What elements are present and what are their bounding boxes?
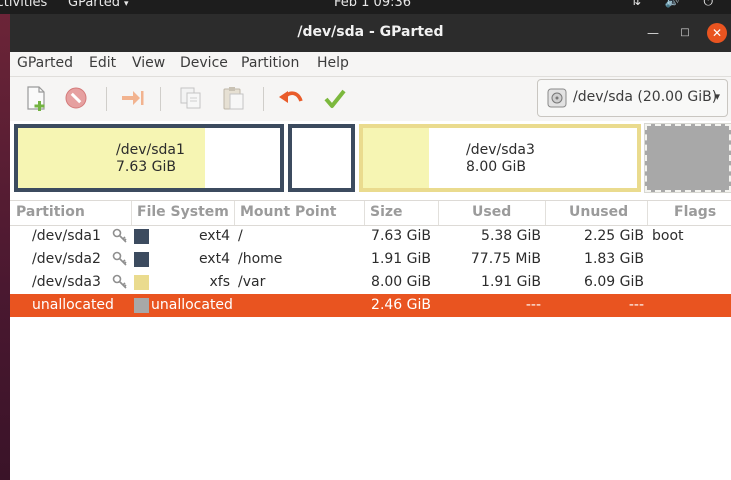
cell-used: 5.38 GiB: [481, 228, 541, 244]
cell-used: 77.75 MiB: [470, 251, 541, 267]
cell-filesystem: ext4: [198, 251, 230, 267]
delete-icon[interactable]: [61, 83, 91, 113]
menu-view[interactable]: View: [132, 55, 165, 71]
column-used[interactable]: Used: [472, 204, 511, 220]
column-partition[interactable]: Partition: [16, 204, 85, 220]
segment-size: 8.00 GiB: [466, 159, 526, 175]
cell-mount-point: /: [238, 228, 243, 244]
menu-help[interactable]: Help: [317, 55, 349, 71]
toolbar-separator: [160, 87, 161, 111]
map-segment-sda3[interactable]: /dev/sda3 8.00 GiB: [359, 124, 641, 192]
table-header: Partition File System Mount Point Size U…: [10, 200, 731, 226]
cell-filesystem: xfs: [209, 274, 230, 290]
map-segment-sda2[interactable]: [288, 124, 355, 192]
cell-mount-point: /home: [238, 251, 283, 267]
column-unused[interactable]: Unused: [569, 204, 628, 220]
menu-edit[interactable]: Edit: [89, 55, 116, 71]
desktop-background: [0, 0, 10, 480]
cell-unused: 1.83 GiB: [584, 251, 644, 267]
chevron-down-icon: ▾: [124, 0, 129, 9]
column-divider[interactable]: [131, 201, 132, 225]
maximize-button[interactable]: □: [676, 24, 694, 42]
device-label: /dev/sda (20.00 GiB): [573, 89, 718, 105]
toolbar-separator: [106, 87, 107, 111]
system-tray-icons[interactable]: ⇅ 🔊 ⏻: [631, 0, 723, 9]
column-mount-point[interactable]: Mount Point: [240, 204, 336, 220]
cell-filesystem: unallocated: [151, 297, 233, 313]
harddisk-icon: [547, 88, 567, 112]
table-row[interactable]: /dev/sda3 xfs /var 8.00 GiB 1.91 GiB 6.0…: [10, 271, 731, 294]
window-title: /dev/sda - GParted: [297, 24, 444, 40]
used-space-fill: [363, 128, 429, 188]
segment-name: /dev/sda1: [116, 142, 185, 158]
cell-size: 7.63 GiB: [371, 228, 431, 244]
fs-color-swatch: [134, 298, 149, 313]
column-divider[interactable]: [647, 201, 648, 225]
toolbar: /dev/sda (20.00 GiB) ▾: [10, 77, 731, 122]
gparted-window: /dev/sda - GParted — □ ✕ GParted Edit Vi…: [10, 14, 731, 480]
menu-gparted[interactable]: GParted: [17, 55, 73, 71]
titlebar[interactable]: /dev/sda - GParted — □ ✕: [10, 14, 731, 52]
close-button[interactable]: ✕: [707, 23, 727, 43]
cell-used: 1.91 GiB: [481, 274, 541, 290]
cell-unused: ---: [628, 297, 644, 313]
apply-icon[interactable]: [320, 83, 350, 113]
activities-button[interactable]: Activities: [0, 0, 47, 10]
partition-map: /dev/sda1 7.63 GiB /dev/sda3 8.00 GiB: [10, 121, 731, 200]
new-partition-icon[interactable]: [21, 83, 51, 113]
column-divider[interactable]: [438, 201, 439, 225]
column-divider[interactable]: [234, 201, 235, 225]
map-segment-sda1[interactable]: /dev/sda1 7.63 GiB: [14, 124, 284, 192]
menu-device[interactable]: Device: [180, 55, 228, 71]
cell-size: 2.46 GiB: [371, 297, 431, 313]
copy-icon[interactable]: [176, 83, 206, 113]
cell-partition: /dev/sda3: [32, 274, 101, 290]
chevron-down-icon: ▾: [714, 90, 720, 103]
minimize-button[interactable]: —: [644, 24, 662, 42]
column-divider[interactable]: [545, 201, 546, 225]
fs-color-swatch: [134, 275, 149, 290]
cell-partition: unallocated: [32, 297, 114, 313]
key-icon: [112, 274, 128, 294]
cell-size: 1.91 GiB: [371, 251, 431, 267]
cell-filesystem: ext4: [198, 228, 230, 244]
menu-partition[interactable]: Partition: [241, 55, 299, 71]
key-icon: [112, 251, 128, 271]
menubar: GParted Edit View Device Partition Help: [10, 52, 731, 77]
resize-move-icon[interactable]: [117, 83, 147, 113]
toolbar-separator: [263, 87, 264, 111]
cell-partition: /dev/sda1: [32, 228, 101, 244]
cell-unused: 2.25 GiB: [584, 228, 644, 244]
cell-used: ---: [525, 297, 541, 313]
fs-color-swatch: [134, 252, 149, 267]
column-size[interactable]: Size: [370, 204, 403, 220]
table-row[interactable]: /dev/sda1 ext4 / 7.63 GiB 5.38 GiB 2.25 …: [10, 225, 731, 248]
fs-color-swatch: [134, 229, 149, 244]
cell-partition: /dev/sda2: [32, 251, 101, 267]
cell-flags: boot: [652, 228, 684, 244]
paste-icon[interactable]: [219, 83, 249, 113]
key-icon: [112, 228, 128, 248]
table-row-selected[interactable]: unallocated unallocated 2.46 GiB --- ---: [10, 294, 731, 317]
segment-name: /dev/sda3: [466, 142, 535, 158]
segment-size: 7.63 GiB: [116, 159, 176, 175]
cell-mount-point: /var: [238, 274, 266, 290]
undo-icon[interactable]: [276, 83, 306, 113]
column-flags[interactable]: Flags: [674, 204, 716, 220]
cell-unused: 6.09 GiB: [584, 274, 644, 290]
table-row[interactable]: /dev/sda2 ext4 /home 1.91 GiB 77.75 MiB …: [10, 248, 731, 271]
device-selector[interactable]: /dev/sda (20.00 GiB) ▾: [537, 79, 728, 117]
column-file-system[interactable]: File System: [137, 204, 229, 220]
cell-size: 8.00 GiB: [371, 274, 431, 290]
column-divider[interactable]: [364, 201, 365, 225]
app-menu[interactable]: GParted ▾: [68, 0, 129, 10]
clock[interactable]: Feb 1 09:36: [334, 0, 411, 10]
top-panel: Activities GParted▾ Feb 1 09:36 ⇅ 🔊 ⏻: [0, 0, 731, 14]
map-segment-unallocated[interactable]: [644, 123, 731, 193]
